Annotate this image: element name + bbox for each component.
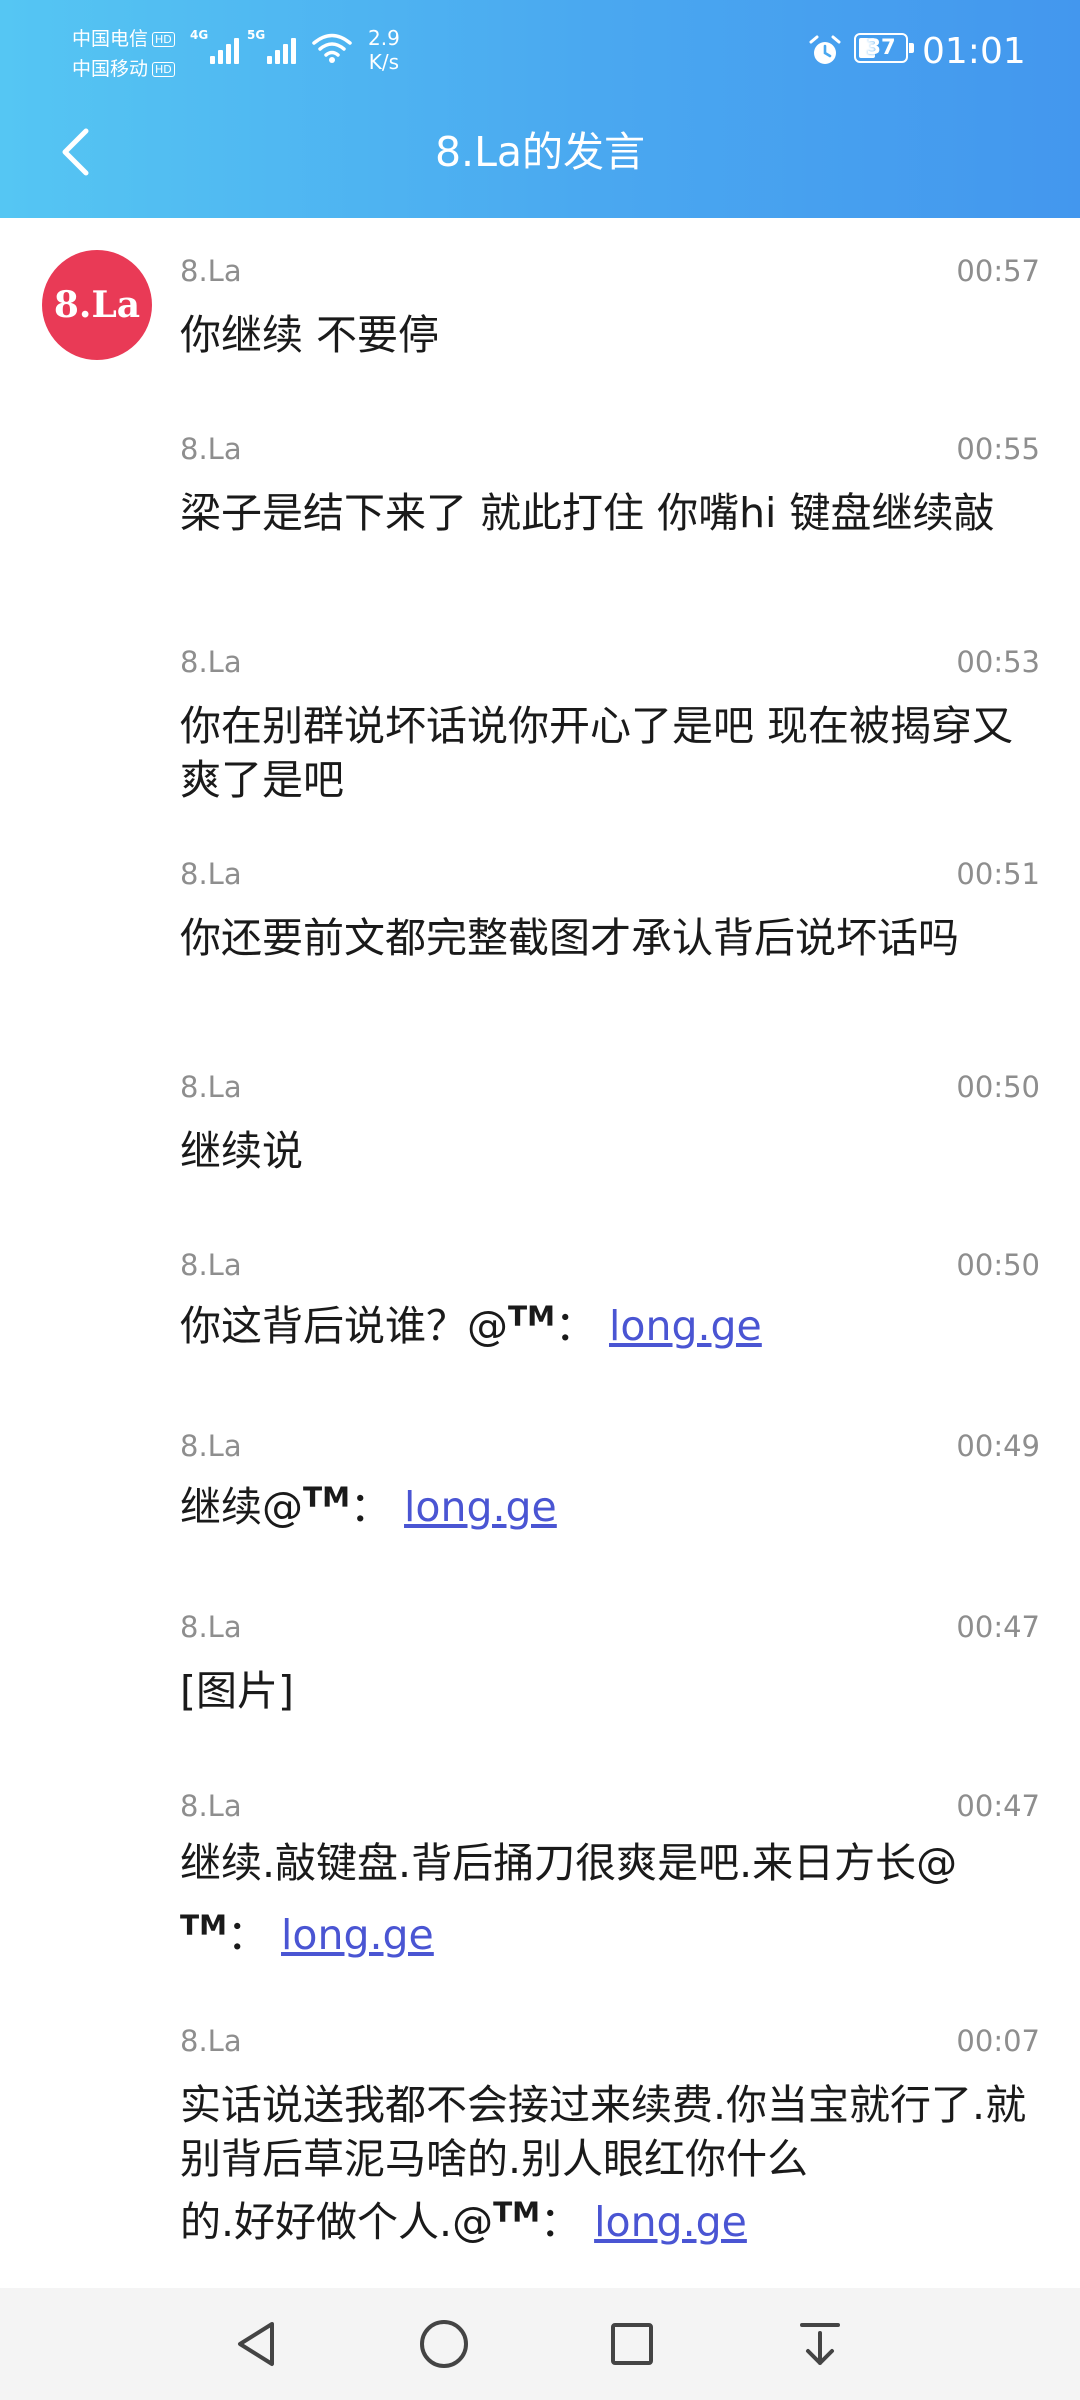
carrier-info: 中国电信 HD 中国移动 HD <box>72 24 175 84</box>
message-author: 8.La <box>180 2024 242 2058</box>
message-text: 继续.敲键盘.背后捅刀很爽是吧.来日方长@ TM： long.ge <box>180 1839 958 1959</box>
mention-tm: TM <box>493 2195 541 2229</box>
mention-link[interactable]: long.ge <box>609 1302 762 1350</box>
list-item: 8.La 00:47 [图片] <box>180 1606 1040 1718</box>
carrier-2-name: 中国移动 <box>72 58 149 80</box>
wifi-icon <box>312 32 352 68</box>
battery-level: 37 <box>866 35 896 59</box>
message-text: 你在别群说坏话说你开心了是吧 现在被揭穿又爽了是吧 <box>180 702 1014 804</box>
message-time: 00:55 <box>956 432 1040 466</box>
status-time: 01:01 <box>922 31 1026 72</box>
system-navigation-bar <box>0 2288 1080 2400</box>
list-item: 8.La 00:49 继续@TM： long.ge <box>180 1425 1040 1543</box>
signal-4g-icon: 4G <box>190 28 239 64</box>
message-text: 你还要前文都完整截图才承认背后说坏话吗 <box>180 914 959 962</box>
alarm-clock-icon <box>808 34 842 72</box>
message-time: 00:49 <box>956 1429 1040 1463</box>
list-item: 8.La 00:50 继续说 <box>180 1066 1040 1178</box>
mention-link[interactable]: long.ge <box>404 1483 557 1531</box>
message-text: 你这背后说谁？@TM： long.ge <box>180 1299 762 1350</box>
list-item: 8.La 00:53 你在别群说坏话说你开心了是吧 现在被揭穿又爽了是吧 <box>180 641 1040 807</box>
message-time: 00:57 <box>956 254 1040 288</box>
nav-home-button[interactable] <box>414 2314 474 2374</box>
home-circle-icon <box>420 2320 468 2368</box>
message-time: 00:50 <box>956 1070 1040 1104</box>
message-author: 8.La <box>180 1429 242 1463</box>
mention-link[interactable]: long.ge <box>281 1911 434 1959</box>
mention-link[interactable]: long.ge <box>594 2198 747 2246</box>
list-item: 8.La 00:51 你还要前文都完整截图才承认背后说坏话吗 <box>180 853 1040 965</box>
message-text[interactable]: [图片] <box>180 1664 1040 1718</box>
page-title: 8.La的发言 <box>434 128 646 176</box>
app-header: 中国电信 HD 中国移动 HD 4G 5G 2.9 K/s 37 01:01 8… <box>0 0 1080 218</box>
signal-strength: 4G 5G <box>190 28 296 64</box>
battery-icon: 37 <box>854 33 914 63</box>
message-time: 00:53 <box>956 645 1040 679</box>
list-item: 8.La 00:47 继续.敲键盘.背后捅刀很爽是吧.来日方长@ TM： long.… <box>180 1785 1040 1971</box>
list-item: 8.La 00:50 你这背后说谁？@TM： long.ge <box>180 1244 1040 1362</box>
list-item: 8.La 00:55 梁子是结下来了 就此打住 你嘴hi 键盘继续敲 <box>180 428 1040 540</box>
nav-recents-button[interactable] <box>602 2314 662 2374</box>
mention-tm: TM <box>180 1908 227 1942</box>
message-time: 00:07 <box>956 2024 1040 2058</box>
message-text: 继续说 <box>180 1127 303 1175</box>
nav-back-button[interactable] <box>226 2314 286 2374</box>
message-author: 8.La <box>180 1789 242 1823</box>
message-text: 继续@TM： long.ge <box>180 1480 557 1531</box>
list-item: 8.La 00:07 实话说送我都不会接过来续费.你当宝就行了.就别背后草泥马啥的… <box>180 2020 1040 2258</box>
signal-5g-icon: 5G <box>247 28 296 64</box>
avatar[interactable]: 8.La <box>42 250 152 360</box>
message-author: 8.La <box>180 254 242 288</box>
message-time: 00:50 <box>956 1248 1040 1282</box>
message-text: 你继续 不要停 <box>180 311 440 359</box>
list-item: 8.La 00:57 你继续 不要停 <box>180 250 1040 362</box>
message-text: 梁子是结下来了 就此打住 你嘴hi 键盘继续敲 <box>180 489 995 537</box>
message-author: 8.La <box>180 1610 242 1644</box>
message-author: 8.La <box>180 1070 242 1104</box>
message-author: 8.La <box>180 645 242 679</box>
carrier-1-name: 中国电信 <box>72 28 149 50</box>
recents-square-icon <box>611 2323 653 2365</box>
notification-pull-down-icon <box>800 2323 840 2365</box>
message-time: 00:47 <box>956 1789 1040 1823</box>
message-author: 8.La <box>180 1248 242 1282</box>
message-author: 8.La <box>180 857 242 891</box>
message-author: 8.La <box>180 432 242 466</box>
nav-notification-button[interactable] <box>790 2314 850 2374</box>
network-speed: 2.9 K/s <box>368 26 400 74</box>
mention-tm: TM <box>508 1299 555 1333</box>
back-triangle-icon <box>238 2322 274 2366</box>
mention-tm: TM <box>303 1480 350 1514</box>
message-time: 00:47 <box>956 1610 1040 1644</box>
hd-badge: HD <box>152 61 175 77</box>
message-time: 00:51 <box>956 857 1040 891</box>
hd-badge: HD <box>152 31 175 47</box>
message-text: 实话说送我都不会接过来续费.你当宝就行了.就别背后草泥马啥的.别人眼红你什么 的.… <box>180 2081 1027 2246</box>
